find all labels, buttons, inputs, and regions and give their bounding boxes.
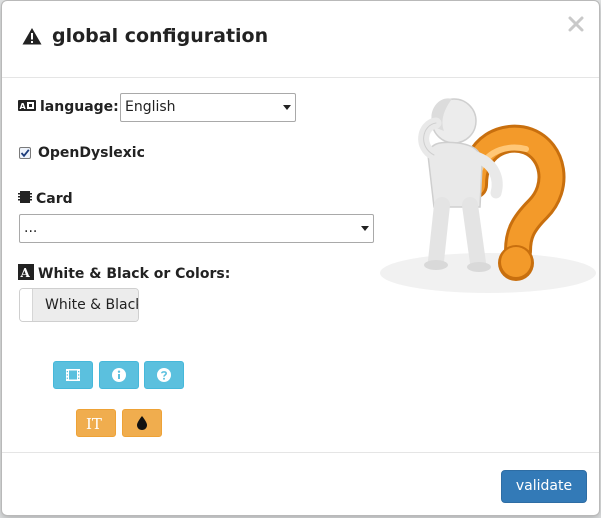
global-config-modal: global configuration A language: English… bbox=[1, 0, 600, 516]
language-icon: A bbox=[18, 99, 36, 115]
colors-label: A White & Black or Colors: bbox=[18, 264, 230, 284]
color-mode-toggle[interactable]: White & Black bbox=[19, 288, 139, 322]
chevron-down-icon bbox=[361, 226, 369, 231]
film-button[interactable] bbox=[53, 361, 93, 389]
validate-button[interactable]: validate bbox=[501, 470, 587, 503]
checkmark-icon bbox=[20, 149, 30, 158]
opendyslexic-checkbox[interactable] bbox=[19, 147, 31, 159]
modal-header: global configuration bbox=[2, 1, 599, 78]
svg-text:A: A bbox=[20, 266, 31, 280]
toggle-value: White & Black bbox=[45, 297, 139, 313]
warning-icon bbox=[22, 27, 42, 50]
text-size-button[interactable]: IT bbox=[76, 409, 116, 437]
question-icon bbox=[157, 368, 171, 382]
chevron-down-icon bbox=[283, 105, 291, 110]
tint-icon bbox=[137, 416, 147, 430]
text-size-icon: IT bbox=[86, 415, 102, 431]
help-illustration bbox=[380, 98, 596, 293]
svg-text:IT: IT bbox=[86, 415, 102, 431]
sd-card-icon bbox=[18, 190, 32, 208]
modal-title: global configuration bbox=[22, 25, 268, 50]
font-icon: A bbox=[18, 264, 34, 284]
opendyslexic-label: OpenDyslexic bbox=[38, 145, 145, 161]
svg-text:A: A bbox=[20, 102, 27, 111]
modal-footer bbox=[2, 452, 599, 453]
help-button[interactable] bbox=[144, 361, 184, 389]
toggle-handle[interactable] bbox=[20, 289, 33, 321]
close-icon[interactable] bbox=[567, 15, 585, 33]
language-select[interactable]: English bbox=[120, 93, 296, 122]
tint-button[interactable] bbox=[122, 409, 162, 437]
film-icon bbox=[66, 369, 80, 381]
language-label: A language: bbox=[18, 99, 119, 115]
info-icon bbox=[112, 368, 126, 382]
info-button[interactable] bbox=[99, 361, 139, 389]
card-label: Card bbox=[18, 190, 73, 208]
card-select[interactable]: ... bbox=[19, 214, 374, 243]
